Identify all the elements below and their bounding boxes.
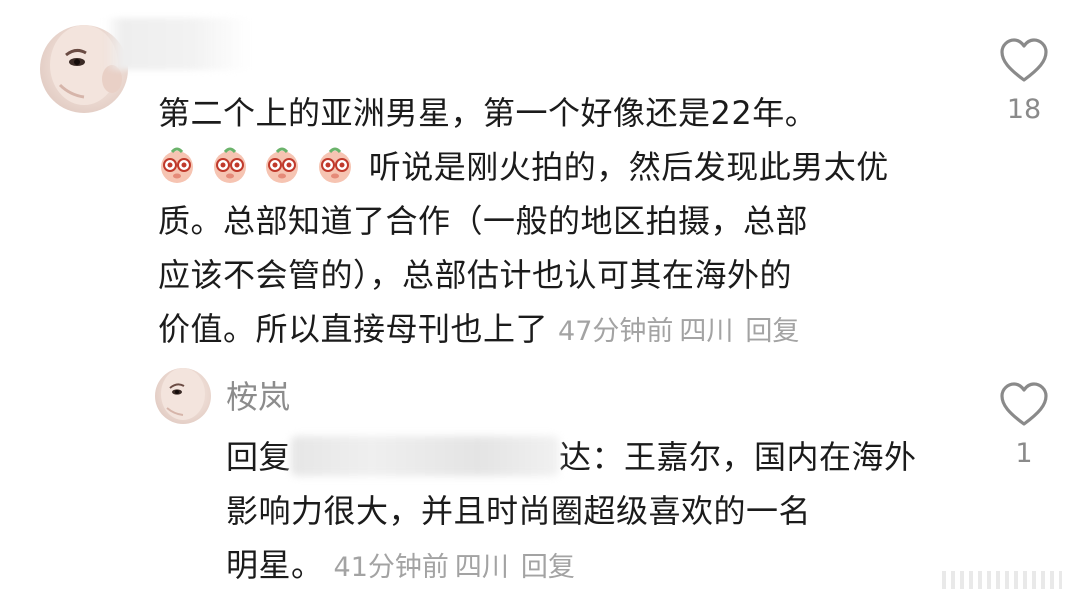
- comment-list: 第二个上的亚洲男星，第一个好像还是22年。 听说是刚火拍的，然后发现此男太优 质…: [0, 0, 1080, 603]
- timestamp: 47分钟前: [558, 316, 674, 347]
- comment-line: 质。总部知道了合作（一般的地区拍摄，总部: [158, 202, 809, 240]
- comment-line-text: 价值。所以直接母刊也上了: [158, 310, 549, 348]
- comment-body: 第二个上的亚洲男星，第一个好像还是22年。 听说是刚火拍的，然后发现此男太优 质…: [158, 86, 948, 359]
- location: 四川: [679, 316, 734, 347]
- comment-line: 价值。所以直接母刊也上了 47分钟前 四川 回复: [158, 302, 948, 359]
- like-count: 1: [1015, 438, 1033, 469]
- comment-line: 回复 达：王嘉尔，国内在海外: [226, 430, 946, 484]
- watermark: [942, 571, 1062, 589]
- comment-line: 影响力很大，并且时尚圈超级喜欢的一名: [226, 492, 812, 530]
- comment-line: 应该不会管的），总部估计也认可其在海外的: [158, 256, 793, 294]
- like-count: 18: [1006, 94, 1042, 125]
- heart-icon: [1000, 382, 1048, 426]
- like-button[interactable]: 1: [994, 382, 1054, 469]
- comment-line: 第二个上的亚洲男星，第一个好像还是22年。: [158, 94, 818, 132]
- reply-prefix: 回复: [226, 438, 292, 476]
- timestamp: 41分钟前: [333, 552, 449, 583]
- username[interactable]: 桉岚: [226, 372, 290, 418]
- comment-line-text: 明星。: [226, 546, 324, 584]
- blurred-username: [105, 18, 250, 70]
- comment-line: 听说是刚火拍的，然后发现此男太优: [158, 140, 948, 194]
- comment-line: 明星。 41分钟前 四川 回复: [226, 538, 946, 595]
- comment-meta: 47分钟前 四川 回复: [558, 316, 805, 347]
- comment-meta: 41分钟前 四川 回复: [334, 552, 581, 583]
- comment-line-text: 达：王嘉尔，国内在海外: [559, 438, 917, 476]
- location: 四川: [454, 552, 509, 583]
- heart-icon: [1000, 38, 1048, 82]
- like-button[interactable]: 18: [994, 38, 1054, 125]
- face-icon: [161, 368, 205, 420]
- comment-line-text: 听说是刚火拍的，然后发现此男太优: [368, 148, 889, 186]
- comment-body: 回复 达：王嘉尔，国内在海外 影响力很大，并且时尚圈超级喜欢的一名 明星。 41分钟…: [226, 430, 946, 595]
- avatar[interactable]: [155, 368, 211, 424]
- reply-button[interactable]: 回复: [521, 552, 575, 583]
- pig-face-emoji-icon: [158, 147, 369, 186]
- reply-button[interactable]: 回复: [745, 316, 799, 347]
- blurred-username: [291, 436, 560, 476]
